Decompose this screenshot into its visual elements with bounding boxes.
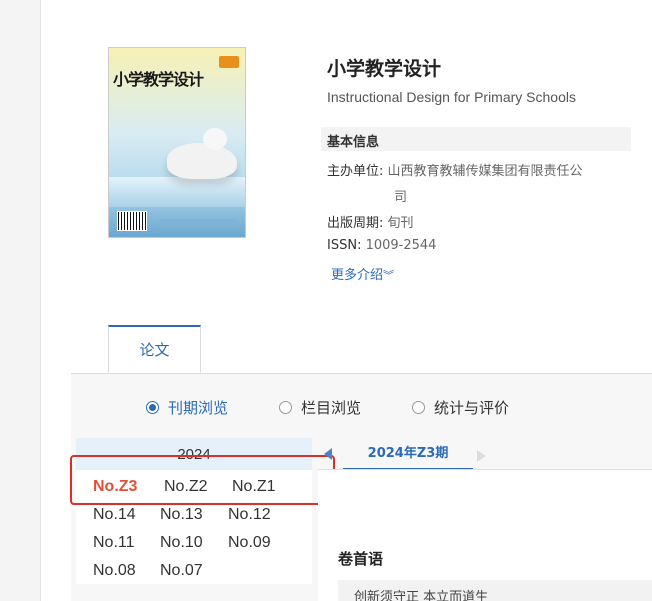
journal-title: 小学教学设计	[327, 58, 442, 80]
sponsor-label: 主办单位:	[327, 164, 384, 179]
issue-link[interactable]: No.10	[160, 534, 203, 552]
radio-browse-by-issue[interactable]: 刊期浏览	[146, 397, 228, 418]
tab-divider	[71, 373, 652, 374]
radio-stats-label: 统计与评价	[434, 399, 510, 417]
tab-papers[interactable]: 论文	[108, 325, 201, 373]
current-issue-tab[interactable]: 2024年Z3期	[343, 438, 473, 470]
radio-browse-by-column-label: 栏目浏览	[301, 399, 362, 417]
cover-seal-head	[203, 128, 227, 150]
cover-title: 小学教学设计	[113, 70, 204, 89]
sponsor-row-continued: 司	[394, 186, 407, 205]
issn-row: ISSN: 1009-2544	[327, 238, 436, 253]
issue-link[interactable]: No.11	[93, 534, 135, 552]
cover-ice	[109, 177, 245, 207]
cover-badge	[219, 56, 239, 68]
issue-link[interactable]: No.09	[228, 534, 271, 552]
frequency-label: 出版周期:	[327, 216, 384, 231]
issue-link[interactable]: No.12	[228, 506, 271, 524]
radio-stats[interactable]: 统计与评价	[412, 397, 509, 418]
cover-barcode	[117, 211, 147, 231]
more-intro-label: 更多介绍	[331, 268, 384, 283]
radio-browse-by-column[interactable]: 栏目浏览	[279, 397, 361, 418]
next-issue-arrow-icon[interactable]	[477, 450, 486, 462]
issue-link[interactable]: No.13	[160, 506, 203, 524]
issn-label: ISSN:	[327, 238, 362, 253]
sponsor-value: 山西教育教辅传媒集团有限责任公	[387, 164, 583, 179]
article-row[interactable]: 创新须守正 本立而道生	[338, 580, 652, 601]
cover-seal-illustration	[167, 143, 237, 179]
journal-english-title: Instructional Design for Primary Schools	[327, 89, 576, 105]
frequency-row: 出版周期: 旬刊	[327, 212, 414, 231]
radio-checked-icon	[146, 401, 159, 414]
prev-issue-arrow-icon[interactable]	[324, 448, 332, 460]
radio-browse-by-issue-label: 刊期浏览	[168, 399, 229, 417]
info-heading: 基本信息	[327, 135, 380, 150]
section-title: 卷首语	[338, 550, 384, 568]
sponsor-value-cont: 司	[394, 190, 408, 205]
cover-footer-strip	[159, 219, 237, 227]
sponsor-row: 主办单位: 山西教育教辅传媒集团有限责任公	[327, 160, 583, 179]
journal-cover-image[interactable]: 小学教学设计	[108, 47, 246, 238]
article-title[interactable]: 创新须守正 本立而道生	[354, 586, 488, 601]
radio-unchecked-icon	[279, 401, 292, 414]
journal-page: 小学教学设计 小学教学设计 Instructional Design for P…	[40, 0, 652, 601]
more-intro-link[interactable]: 更多介绍︾	[331, 264, 394, 283]
radio-unchecked-icon	[412, 401, 425, 414]
issn-value: 1009-2544	[365, 238, 437, 253]
highlight-box	[70, 455, 335, 505]
double-chevron-down-icon: ︾	[383, 269, 395, 282]
issue-link[interactable]: No.07	[160, 562, 203, 580]
issue-link[interactable]: No.14	[93, 506, 136, 524]
frequency-value: 旬刊	[387, 216, 414, 231]
issue-link[interactable]: No.08	[93, 562, 136, 580]
